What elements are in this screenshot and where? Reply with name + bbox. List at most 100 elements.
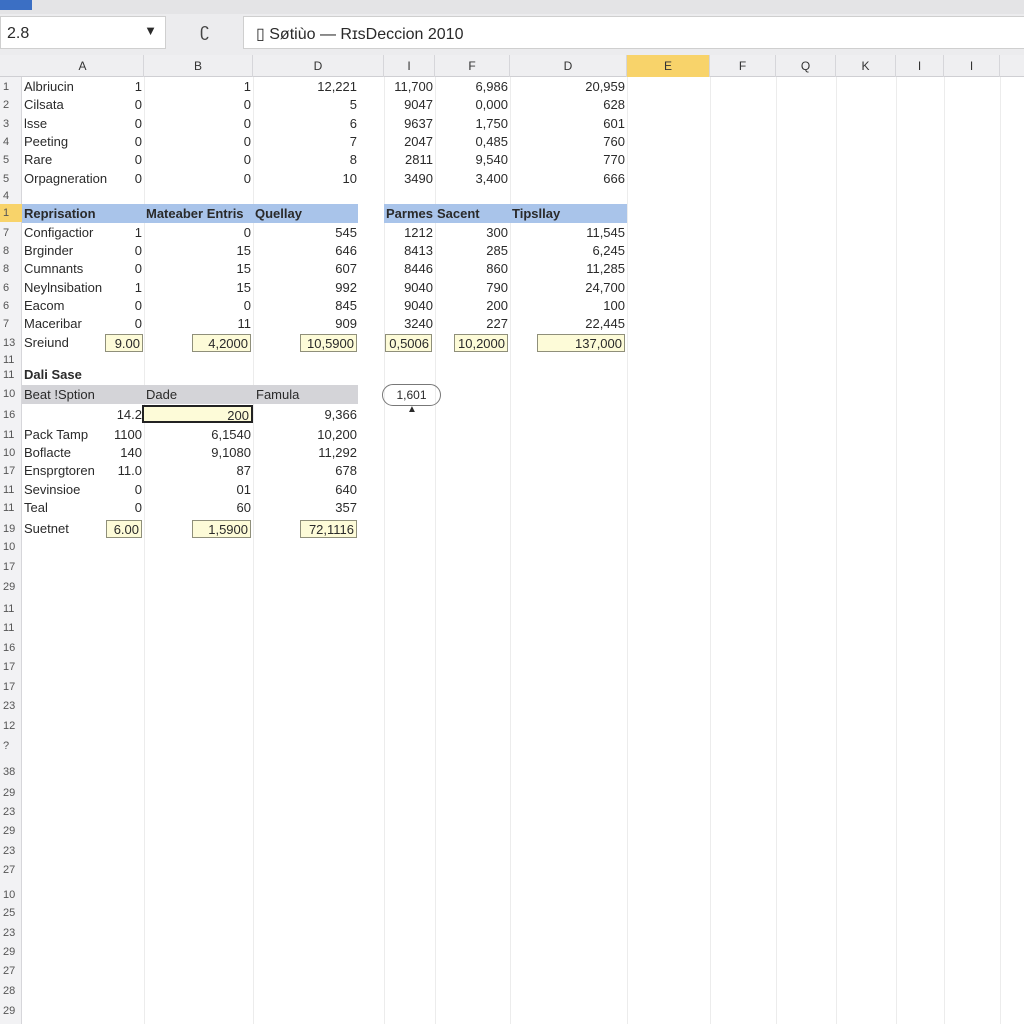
row-header[interactable]: ?	[0, 737, 22, 755]
row-label[interactable]: Cumnants	[22, 260, 105, 278]
row-label[interactable]: Brginder	[22, 242, 105, 260]
cell[interactable]: 0	[105, 115, 144, 133]
cell[interactable]: 9,540	[435, 151, 510, 169]
row-header[interactable]: 11	[0, 481, 22, 499]
total-cell[interactable]: 72,1116	[300, 520, 357, 538]
cell[interactable]: 3240	[384, 315, 435, 333]
cell[interactable]: 11	[144, 315, 253, 333]
row-header[interactable]: 19	[0, 520, 22, 538]
cell[interactable]: 628	[510, 96, 627, 114]
row-label[interactable]: Cilsata	[22, 96, 105, 114]
row-header[interactable]: 16	[0, 406, 22, 424]
cell[interactable]: 357	[253, 499, 359, 517]
row-header[interactable]: 11	[0, 499, 22, 517]
row-label[interactable]: Configactior	[22, 224, 105, 242]
cell[interactable]: 9047	[384, 96, 435, 114]
row-header[interactable]: 11	[0, 366, 22, 384]
cell[interactable]: 22,445	[510, 315, 627, 333]
cell[interactable]: 1	[105, 78, 144, 96]
cell[interactable]: 1,750	[435, 115, 510, 133]
row-header[interactable]: 11	[0, 619, 22, 637]
cell[interactable]: 760	[510, 133, 627, 151]
cell[interactable]: 15	[144, 242, 253, 260]
formula-bar[interactable]: ▯ Søtiùo — RɪsDeccion 2010	[243, 16, 1024, 49]
row-header[interactable]: 4	[0, 187, 22, 205]
column-header-d[interactable]: D	[510, 55, 627, 77]
row-header[interactable]: 17	[0, 658, 22, 676]
app-menu-button[interactable]	[0, 0, 32, 10]
row-label[interactable]: Eacom	[22, 297, 105, 315]
row-header[interactable]: 16	[0, 639, 22, 657]
row-label[interactable]: lsse	[22, 115, 105, 133]
column-header-q[interactable]: Q	[776, 55, 836, 77]
row-header[interactable]: 29	[0, 943, 22, 961]
cell[interactable]: 8413	[384, 242, 435, 260]
cell[interactable]: 24,700	[510, 279, 627, 297]
row-header[interactable]: 23	[0, 697, 22, 715]
row-header[interactable]: 2	[0, 96, 22, 114]
cell[interactable]: 0	[105, 242, 144, 260]
cell[interactable]: 0	[144, 224, 253, 242]
cell[interactable]: 285	[435, 242, 510, 260]
cell[interactable]: 0	[144, 151, 253, 169]
cell[interactable]: 9637	[384, 115, 435, 133]
cell[interactable]: 6	[253, 115, 359, 133]
row-header[interactable]: 11	[0, 426, 22, 444]
function-icon[interactable]: ʗ	[200, 20, 209, 41]
cell[interactable]: 601	[510, 115, 627, 133]
cell[interactable]: 8446	[384, 260, 435, 278]
row-header[interactable]: 17	[0, 462, 22, 480]
cell[interactable]: 5	[253, 96, 359, 114]
total-cell[interactable]: 9.00	[105, 334, 143, 352]
row-header[interactable]: 28	[0, 982, 22, 1000]
cell[interactable]: 15	[144, 279, 253, 297]
row-header[interactable]: 11	[0, 600, 22, 618]
cell[interactable]: 0	[105, 260, 144, 278]
row-header[interactable]: 25	[0, 904, 22, 922]
cell[interactable]: 01	[144, 481, 253, 499]
row-header[interactable]: 6	[0, 297, 22, 315]
cell[interactable]: 100	[510, 297, 627, 315]
cell[interactable]: 0,000	[435, 96, 510, 114]
cell[interactable]: 11,545	[510, 224, 627, 242]
row-header[interactable]: 13	[0, 334, 22, 352]
cell[interactable]: 845	[253, 297, 359, 315]
cell[interactable]: 9,366	[253, 406, 359, 424]
row-header[interactable]: 8	[0, 260, 22, 278]
column-header-e[interactable]: E	[627, 55, 710, 77]
cell[interactable]: 0	[105, 481, 144, 499]
row-header[interactable]: 23	[0, 803, 22, 821]
cell[interactable]: 0	[105, 96, 144, 114]
cell[interactable]: 11,292	[253, 444, 359, 462]
row-label[interactable]: Maceribar	[22, 315, 105, 333]
cell[interactable]: 11,700	[384, 78, 435, 96]
row-label[interactable]: Suetnet	[22, 520, 105, 538]
row-header[interactable]: 3	[0, 115, 22, 133]
cell[interactable]: 9,1080	[144, 444, 253, 462]
row-header[interactable]: 23	[0, 924, 22, 942]
cell[interactable]: 10	[253, 170, 359, 188]
total-cell[interactable]: 0,5006	[385, 334, 432, 352]
row-header[interactable]: 8	[0, 242, 22, 260]
cell[interactable]: 2047	[384, 133, 435, 151]
column-header-f[interactable]: F	[435, 55, 510, 77]
row-header[interactable]: 29	[0, 822, 22, 840]
row-label[interactable]: Albriucin	[22, 78, 105, 96]
row-label[interactable]: Neylnsibation	[22, 279, 105, 297]
cell[interactable]: 10,200	[253, 426, 359, 444]
cell[interactable]: 15	[144, 260, 253, 278]
cell[interactable]: 1212	[384, 224, 435, 242]
cell[interactable]: 3490	[384, 170, 435, 188]
row-label[interactable]: Orpagneration	[22, 170, 107, 188]
cell[interactable]: 860	[435, 260, 510, 278]
row-label[interactable]: Pack Tamp	[22, 426, 105, 444]
cell[interactable]: 666	[510, 170, 627, 188]
row-header[interactable]: 1	[0, 78, 22, 96]
cell[interactable]: 7	[253, 133, 359, 151]
row-label[interactable]: Rare	[22, 151, 105, 169]
column-header-b[interactable]: B	[144, 55, 253, 77]
row-label[interactable]: Peeting	[22, 133, 105, 151]
cell[interactable]: 1	[105, 224, 144, 242]
row-label[interactable]: Sreiund	[22, 334, 105, 352]
row-header[interactable]: 38	[0, 763, 22, 781]
